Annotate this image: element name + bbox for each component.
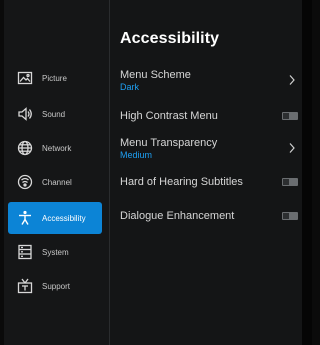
hard-of-hearing-subtitles-toggle[interactable] xyxy=(282,178,298,186)
page-title: Accessibility xyxy=(120,30,220,47)
high-contrast-menu-option[interactable]: High Contrast Menu xyxy=(120,110,300,124)
dialogue-enhancement-option[interactable]: Dialogue Enhancement xyxy=(120,210,300,224)
sidebar-item-system[interactable]: System xyxy=(8,236,102,268)
high-contrast-menu-toggle[interactable] xyxy=(282,112,298,120)
sidebar-item-label: Network xyxy=(42,143,72,153)
sidebar-item-channel[interactable]: Channel xyxy=(8,166,102,198)
sound-icon xyxy=(16,105,34,123)
sidebar-item-network[interactable]: Network xyxy=(8,132,102,164)
sidebar-item-label: Accessibility xyxy=(42,213,86,223)
setting-label: Menu Scheme xyxy=(120,69,191,81)
sidebar-item-accessibility[interactable]: Accessibility xyxy=(8,202,102,234)
channel-icon xyxy=(16,173,34,191)
chevron-right-icon xyxy=(289,143,295,153)
sidebar-item-label: System xyxy=(42,247,69,257)
dialogue-enhancement-toggle[interactable] xyxy=(282,212,298,220)
sidebar-item-label: Channel xyxy=(42,177,72,187)
setting-label: Menu Transparency xyxy=(120,137,218,149)
sidebar-item-label: Support xyxy=(42,281,71,291)
picture-icon xyxy=(16,69,34,87)
setting-label: Dialogue Enhancement xyxy=(120,210,235,222)
settings-sidebar: Picture Sound Network Channel Accessibil… xyxy=(4,0,109,345)
sidebar-item-support[interactable]: Support xyxy=(8,270,102,302)
toggle-knob xyxy=(283,113,289,119)
sidebar-item-sound[interactable]: Sound xyxy=(8,98,102,130)
hard-of-hearing-subtitles-option[interactable]: Hard of Hearing Subtitles xyxy=(120,176,300,190)
network-icon xyxy=(16,139,34,157)
tv-settings-screen: Picture Sound Network Channel Accessibil… xyxy=(0,0,312,345)
setting-label: Hard of Hearing Subtitles xyxy=(120,176,243,188)
setting-label: High Contrast Menu xyxy=(120,110,218,122)
sidebar-item-picture[interactable]: Picture xyxy=(8,62,102,94)
screen-edge xyxy=(302,0,312,345)
setting-value: Dark xyxy=(120,82,140,92)
accessibility-panel: Accessibility Menu Scheme Dark High Cont… xyxy=(110,0,302,345)
toggle-knob xyxy=(283,179,289,185)
support-icon xyxy=(16,277,34,295)
accessibility-icon xyxy=(16,209,34,227)
toggle-knob xyxy=(283,213,289,219)
setting-value: Medium xyxy=(120,150,153,160)
sidebar-item-label: Picture xyxy=(42,73,67,83)
menu-transparency-option[interactable]: Menu Transparency Medium xyxy=(120,137,300,163)
chevron-right-icon xyxy=(289,75,295,85)
menu-scheme-option[interactable]: Menu Scheme Dark xyxy=(120,69,300,95)
sidebar-item-label: Sound xyxy=(42,109,66,119)
system-icon xyxy=(16,243,34,261)
